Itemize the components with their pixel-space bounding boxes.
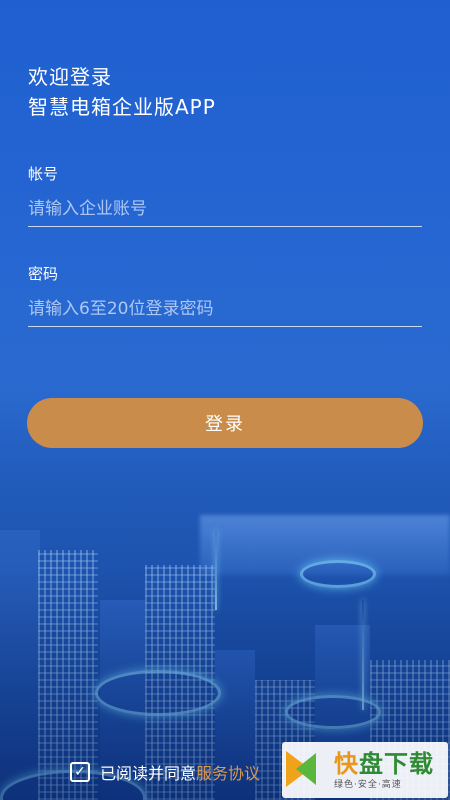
app-name: 智慧电箱企业版APP	[28, 95, 216, 119]
login-button[interactable]: 登录	[27, 398, 423, 448]
welcome-text: 欢迎登录	[28, 65, 112, 89]
check-icon: ✓	[74, 764, 86, 780]
password-field	[28, 292, 422, 327]
password-input[interactable]	[28, 292, 422, 326]
watermark-badge: 快盘下载 绿色·安全·高速	[282, 742, 448, 798]
agreement-text: 已阅读并同意	[100, 764, 197, 783]
welcome-heading: 欢迎登录 智慧电箱企业版APP	[28, 62, 216, 122]
watermark-brand: 快盘下载	[334, 749, 434, 778]
password-label: 密码	[28, 265, 59, 283]
agreement-row: ✓ 已阅读并同意 服务协议	[70, 760, 260, 784]
watermark-tagline: 绿色·安全·高速	[334, 779, 402, 790]
account-field	[28, 192, 422, 227]
agreement-checkbox[interactable]: ✓	[70, 762, 90, 782]
watermark-text: 快盘下载 绿色·安全·高速	[334, 751, 434, 790]
kuaipan-logo-icon	[286, 747, 332, 793]
service-agreement-link[interactable]: 服务协议	[196, 760, 260, 784]
account-input[interactable]	[28, 192, 422, 226]
account-label: 帐号	[28, 165, 59, 183]
